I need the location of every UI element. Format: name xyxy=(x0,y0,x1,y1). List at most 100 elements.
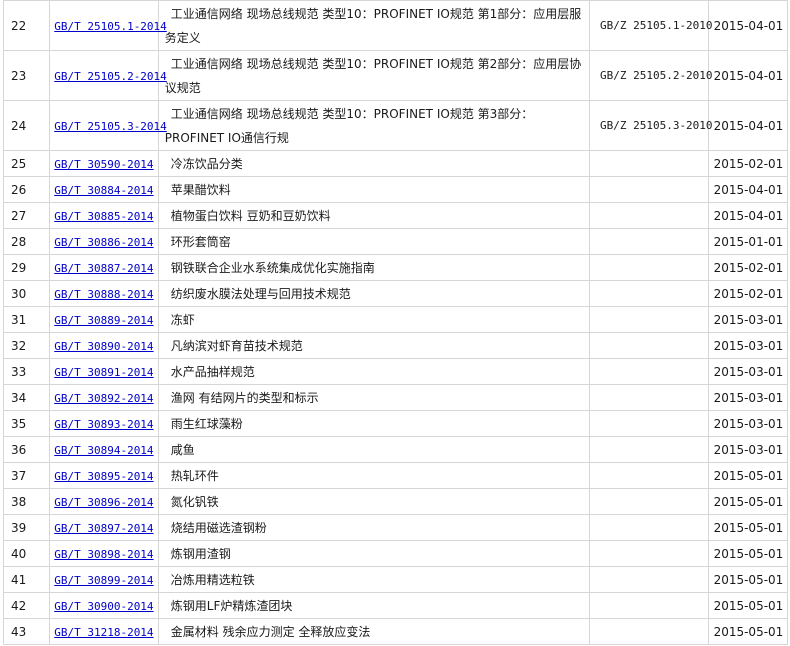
standard-code-cell: GB/T 30898-2014 xyxy=(50,541,158,566)
implementation-date: 2015-03-01 xyxy=(708,385,787,410)
standard-code-link[interactable]: GB/T 30891-2014 xyxy=(54,366,153,379)
standard-code-link[interactable]: GB/T 30885-2014 xyxy=(54,210,153,223)
standard-name-text: 冶炼用精选粒铁 xyxy=(170,572,255,587)
standard-name-text: 冻虾 xyxy=(170,312,195,327)
row-number: 31 xyxy=(4,307,50,332)
implementation-date: 2015-04-01 xyxy=(708,101,787,150)
standard-name-text: 炼钢用渣钢 xyxy=(170,546,231,561)
standard-code-link[interactable]: GB/T 30898-2014 xyxy=(54,548,153,561)
row-number: 33 xyxy=(4,359,50,384)
standard-name-text: 热轧环件 xyxy=(170,468,219,483)
row-number: 30 xyxy=(4,281,50,306)
row-number: 43 xyxy=(4,619,50,644)
standard-code-link[interactable]: GB/T 30886-2014 xyxy=(54,236,153,249)
standard-code-link[interactable]: GB/T 30888-2014 xyxy=(54,288,153,301)
standard-code-link[interactable]: GB/T 30895-2014 xyxy=(54,470,153,483)
standard-code-link[interactable]: GB/T 30896-2014 xyxy=(54,496,153,509)
standard-code-link[interactable]: GB/T 30892-2014 xyxy=(54,392,153,405)
standard-code-link[interactable]: GB/T 30893-2014 xyxy=(54,418,153,431)
standard-code-link[interactable]: GB/T 30590-2014 xyxy=(54,158,153,171)
standard-code-link[interactable]: GB/T 31218-2014 xyxy=(54,626,153,639)
standard-name: 苹果醋饮料 xyxy=(158,177,589,202)
table-row: 42 GB/T 30900-2014 炼钢用LF炉精炼渣团块 2015-05-01 xyxy=(4,593,787,618)
replaced-standard xyxy=(589,593,708,618)
standard-code-cell: GB/T 30900-2014 xyxy=(50,593,158,618)
standard-code-cell: GB/T 30897-2014 xyxy=(50,515,158,540)
implementation-date: 2015-05-01 xyxy=(708,489,787,514)
standard-code-cell: GB/T 30895-2014 xyxy=(50,463,158,488)
standard-name: 炼钢用渣钢 xyxy=(158,541,589,566)
replaced-standard xyxy=(589,385,708,410)
standard-name-text: 工业通信网络 现场总线规范 类型10：PROFINET IO规范 第2部分：应用… xyxy=(164,56,582,95)
standard-name-text: 植物蛋白饮料 豆奶和豆奶饮料 xyxy=(170,208,331,223)
standard-name: 炼钢用LF炉精炼渣团块 xyxy=(158,593,589,618)
row-number: 27 xyxy=(4,203,50,228)
standard-code-link[interactable]: GB/T 25105.2-2014 xyxy=(54,70,167,83)
standard-name-text: 工业通信网络 现场总线规范 类型10：PROFINET IO规范 第1部分：应用… xyxy=(164,6,582,45)
standard-name: 热轧环件 xyxy=(158,463,589,488)
standard-name-text: 雨生红球藻粉 xyxy=(170,416,243,431)
implementation-date: 2015-05-01 xyxy=(708,619,787,644)
replaced-standard xyxy=(589,203,708,228)
row-number: 23 xyxy=(4,51,50,100)
standard-code-link[interactable]: GB/T 30889-2014 xyxy=(54,314,153,327)
standard-name-text: 氮化钒铁 xyxy=(170,494,219,509)
standard-code-cell: GB/T 30886-2014 xyxy=(50,229,158,254)
standards-table: 22 GB/T 25105.1-2014 工业通信网络 现场总线规范 类型10：PR… xyxy=(3,0,788,645)
implementation-date: 2015-05-01 xyxy=(708,541,787,566)
row-number: 29 xyxy=(4,255,50,280)
replaced-standard xyxy=(589,411,708,436)
replaced-standard xyxy=(589,307,708,332)
standard-name-text: 纺织废水膜法处理与回用技术规范 xyxy=(170,286,351,301)
implementation-date: 2015-03-01 xyxy=(708,333,787,358)
row-number: 25 xyxy=(4,151,50,176)
replaced-standard xyxy=(589,463,708,488)
table-row: 35 GB/T 30893-2014 雨生红球藻粉 2015-03-01 xyxy=(4,411,787,436)
standard-code-cell: GB/T 30884-2014 xyxy=(50,177,158,202)
standard-name-text: 咸鱼 xyxy=(170,442,195,457)
standard-name: 凡纳滨对虾育苗技术规范 xyxy=(158,333,589,358)
replaced-standard xyxy=(589,489,708,514)
row-number: 36 xyxy=(4,437,50,462)
table-row: 33 GB/T 30891-2014 水产品抽样规范 2015-03-01 xyxy=(4,359,787,384)
standard-code-link[interactable]: GB/T 30897-2014 xyxy=(54,522,153,535)
standard-code-link[interactable]: GB/T 25105.3-2014 xyxy=(54,120,167,133)
standard-code-link[interactable]: GB/T 30900-2014 xyxy=(54,600,153,613)
standard-code-link[interactable]: GB/T 30890-2014 xyxy=(54,340,153,353)
standard-code-cell: GB/T 30892-2014 xyxy=(50,385,158,410)
table-row: 24 GB/T 25105.3-2014 工业通信网络 现场总线规范 类型10：PR… xyxy=(4,101,787,150)
standard-name: 咸鱼 xyxy=(158,437,589,462)
table-row: 27 GB/T 30885-2014 植物蛋白饮料 豆奶和豆奶饮料 2015-04-0… xyxy=(4,203,787,228)
implementation-date: 2015-04-01 xyxy=(708,203,787,228)
implementation-date: 2015-02-01 xyxy=(708,151,787,176)
implementation-date: 2015-03-01 xyxy=(708,411,787,436)
replaced-standard xyxy=(589,359,708,384)
row-number: 35 xyxy=(4,411,50,436)
replaced-standard xyxy=(589,333,708,358)
standard-name: 钢铁联合企业水系统集成优化实施指南 xyxy=(158,255,589,280)
standard-name: 工业通信网络 现场总线规范 类型10：PROFINET IO规范 第3部分：PR… xyxy=(158,101,589,150)
standard-name-text: 冷冻饮品分类 xyxy=(170,156,243,171)
row-number: 39 xyxy=(4,515,50,540)
standard-name-text: 凡纳滨对虾育苗技术规范 xyxy=(170,338,303,353)
replaced-standard: GB/Z 25105.3-2010 xyxy=(589,101,713,150)
implementation-date: 2015-04-01 xyxy=(708,1,787,50)
standard-name-text: 水产品抽样规范 xyxy=(170,364,255,379)
standard-name-text: 工业通信网络 现场总线规范 类型10：PROFINET IO规范 第3部分：PR… xyxy=(164,106,534,145)
row-number: 42 xyxy=(4,593,50,618)
standard-code-cell: GB/T 25105.2-2014 xyxy=(50,51,167,100)
standard-code-link[interactable]: GB/T 30894-2014 xyxy=(54,444,153,457)
standard-code-link[interactable]: GB/T 30884-2014 xyxy=(54,184,153,197)
standard-code-cell: GB/T 30896-2014 xyxy=(50,489,158,514)
table-row: 22 GB/T 25105.1-2014 工业通信网络 现场总线规范 类型10：PR… xyxy=(4,1,787,50)
standard-name: 雨生红球藻粉 xyxy=(158,411,589,436)
implementation-date: 2015-05-01 xyxy=(708,593,787,618)
standard-code-link[interactable]: GB/T 30899-2014 xyxy=(54,574,153,587)
standard-code-link[interactable]: GB/T 25105.1-2014 xyxy=(54,20,167,33)
standard-code-link[interactable]: GB/T 30887-2014 xyxy=(54,262,153,275)
standard-name-text: 炼钢用LF炉精炼渣团块 xyxy=(170,598,293,613)
standard-code-cell: GB/T 30891-2014 xyxy=(50,359,158,384)
replaced-standard: GB/Z 25105.2-2010 xyxy=(589,51,713,100)
table-row: 31 GB/T 30889-2014 冻虾 2015-03-01 xyxy=(4,307,787,332)
implementation-date: 2015-04-01 xyxy=(708,177,787,202)
